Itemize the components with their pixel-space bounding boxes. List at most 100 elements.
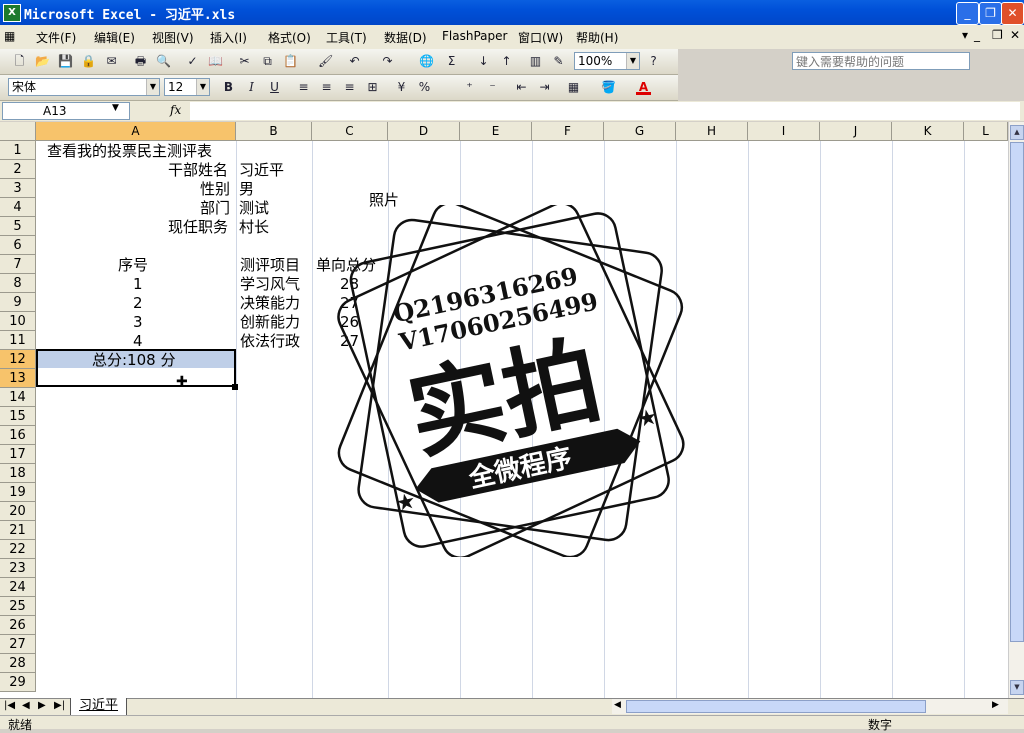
underline-button[interactable]: U	[267, 80, 282, 95]
redo-icon[interactable]: ↷	[380, 54, 395, 69]
cell-a9[interactable]: 2	[133, 294, 143, 313]
name-box[interactable]: A13	[2, 102, 130, 120]
minimize-icon[interactable]: _	[956, 2, 979, 25]
col-header-b[interactable]: B	[236, 122, 312, 141]
menu-edit[interactable]: 编辑(E)	[94, 29, 135, 46]
col-header-a[interactable]: A	[36, 122, 236, 141]
cell-b9[interactable]: 决策能力	[240, 294, 300, 313]
cell-a3[interactable]: 性别	[200, 180, 230, 199]
formula-input[interactable]	[190, 102, 1020, 120]
cell-b8[interactable]: 学习风气	[240, 275, 300, 294]
help-search-input[interactable]: 键入需要帮助的问题	[792, 52, 970, 70]
row-header-25[interactable]: 25	[0, 597, 36, 616]
paste-icon[interactable]: 📋	[283, 54, 298, 69]
font-select[interactable]: 宋体 ▼	[8, 78, 160, 96]
menu-file[interactable]: 文件(F)	[36, 29, 76, 46]
col-header-g[interactable]: G	[604, 122, 676, 141]
autosum-icon[interactable]: Σ	[444, 54, 459, 69]
row-header-15[interactable]: 15	[0, 407, 36, 426]
row-header-18[interactable]: 18	[0, 464, 36, 483]
select-all-corner[interactable]	[0, 122, 36, 141]
sheet-menu-icon[interactable]: ▦	[4, 29, 24, 43]
horizontal-scroll-thumb[interactable]	[626, 700, 926, 713]
fill-color-icon[interactable]: 🪣	[601, 80, 616, 95]
sheet-tab[interactable]: 习近平	[70, 698, 128, 716]
name-box-dropdown-icon[interactable]: ▼	[112, 103, 119, 113]
borders-icon[interactable]: ▦	[566, 80, 581, 95]
prev-sheet-icon[interactable]: ◀	[22, 700, 30, 711]
sort-descending-icon[interactable]: ↑	[499, 54, 514, 69]
cell-selection-border[interactable]	[36, 349, 236, 387]
col-header-l[interactable]: L	[964, 122, 1008, 141]
save-icon[interactable]: 💾	[58, 54, 73, 69]
menu-tools[interactable]: 工具(T)	[326, 29, 367, 46]
new-icon[interactable]: 🗋	[12, 54, 27, 69]
cell-a1[interactable]: 查看我的投票民主测评表	[47, 142, 212, 161]
col-header-f[interactable]: F	[532, 122, 604, 141]
cut-icon[interactable]: ✂	[237, 54, 252, 69]
restore-icon[interactable]: ❐	[979, 2, 1002, 25]
cell-b5[interactable]: 村长	[239, 218, 269, 237]
help-icon[interactable]: ?	[646, 54, 661, 69]
next-sheet-icon[interactable]: ▶	[38, 700, 46, 711]
copy-icon[interactable]: ⧉	[260, 54, 275, 69]
cell-a5[interactable]: 现任职务	[168, 218, 228, 237]
cell-b7[interactable]: 测评项目	[240, 256, 300, 275]
row-header-7[interactable]: 7	[0, 255, 36, 274]
cell-a8[interactable]: 1	[133, 275, 143, 294]
cell-b11[interactable]: 依法行政	[240, 332, 300, 351]
row-header-10[interactable]: 10	[0, 312, 36, 331]
scroll-left-icon[interactable]: ◀	[614, 700, 621, 710]
row-header-11[interactable]: 11	[0, 331, 36, 350]
row-header-24[interactable]: 24	[0, 578, 36, 597]
scroll-up-icon[interactable]: ▲	[1010, 125, 1024, 140]
increase-indent-icon[interactable]: ⇥	[537, 80, 552, 95]
cell-b2[interactable]: 习近平	[239, 161, 284, 180]
print-preview-icon[interactable]: 🔍	[156, 54, 171, 69]
chevron-down-icon[interactable]: ▼	[146, 79, 159, 95]
menu-insert[interactable]: 插入(I)	[210, 29, 247, 46]
col-header-e[interactable]: E	[460, 122, 532, 141]
row-header-16[interactable]: 16	[0, 426, 36, 445]
excel-icon[interactable]: X	[3, 4, 21, 22]
row-header-21[interactable]: 21	[0, 521, 36, 540]
hyperlink-icon[interactable]: 🌐	[419, 54, 434, 69]
row-header-1[interactable]: 1	[0, 141, 36, 160]
chevron-down-icon[interactable]: ▼	[626, 53, 639, 69]
row-header-20[interactable]: 20	[0, 502, 36, 521]
sort-ascending-icon[interactable]: ↓	[476, 54, 491, 69]
last-sheet-icon[interactable]: ▶|	[54, 700, 65, 711]
col-header-i[interactable]: I	[748, 122, 820, 141]
doc-minimize-icon[interactable]: _	[974, 28, 980, 42]
chevron-down-icon[interactable]: ▼	[196, 79, 209, 95]
increase-decimal-icon[interactable]: ⁺	[462, 80, 477, 95]
cell-b3[interactable]: 男	[239, 180, 254, 199]
horizontal-scrollbar[interactable]: ◀ ▶	[612, 699, 1008, 714]
research-icon[interactable]: 📖	[208, 54, 223, 69]
row-header-22[interactable]: 22	[0, 540, 36, 559]
spelling-icon[interactable]: ✓	[185, 54, 200, 69]
menu-format[interactable]: 格式(O)	[268, 29, 311, 46]
fx-icon[interactable]: fx	[170, 103, 181, 117]
menu-window[interactable]: 窗口(W)	[518, 29, 563, 46]
cell-a10[interactable]: 3	[133, 313, 143, 332]
row-header-5[interactable]: 5	[0, 217, 36, 236]
cell-b10[interactable]: 创新能力	[240, 313, 300, 332]
row-header-2[interactable]: 2	[0, 160, 36, 179]
col-header-h[interactable]: H	[676, 122, 748, 141]
permission-icon[interactable]: 🔒	[81, 54, 96, 69]
row-header-23[interactable]: 23	[0, 559, 36, 578]
align-left-icon[interactable]: ≡	[296, 80, 311, 95]
col-header-d[interactable]: D	[388, 122, 460, 141]
cell-a7[interactable]: 序号	[118, 256, 148, 275]
row-header-14[interactable]: 14	[0, 388, 36, 407]
menu-data[interactable]: 数据(D)	[384, 29, 427, 46]
row-header-8[interactable]: 8	[0, 274, 36, 293]
font-color-icon[interactable]: A	[636, 80, 651, 95]
align-right-icon[interactable]: ≡	[342, 80, 357, 95]
vertical-scrollbar[interactable]: ▲ ▼	[1008, 122, 1024, 698]
row-header-12[interactable]: 12	[0, 350, 36, 369]
row-header-13[interactable]: 13	[0, 369, 36, 388]
first-sheet-icon[interactable]: |◀	[4, 700, 15, 711]
row-header-27[interactable]: 27	[0, 635, 36, 654]
